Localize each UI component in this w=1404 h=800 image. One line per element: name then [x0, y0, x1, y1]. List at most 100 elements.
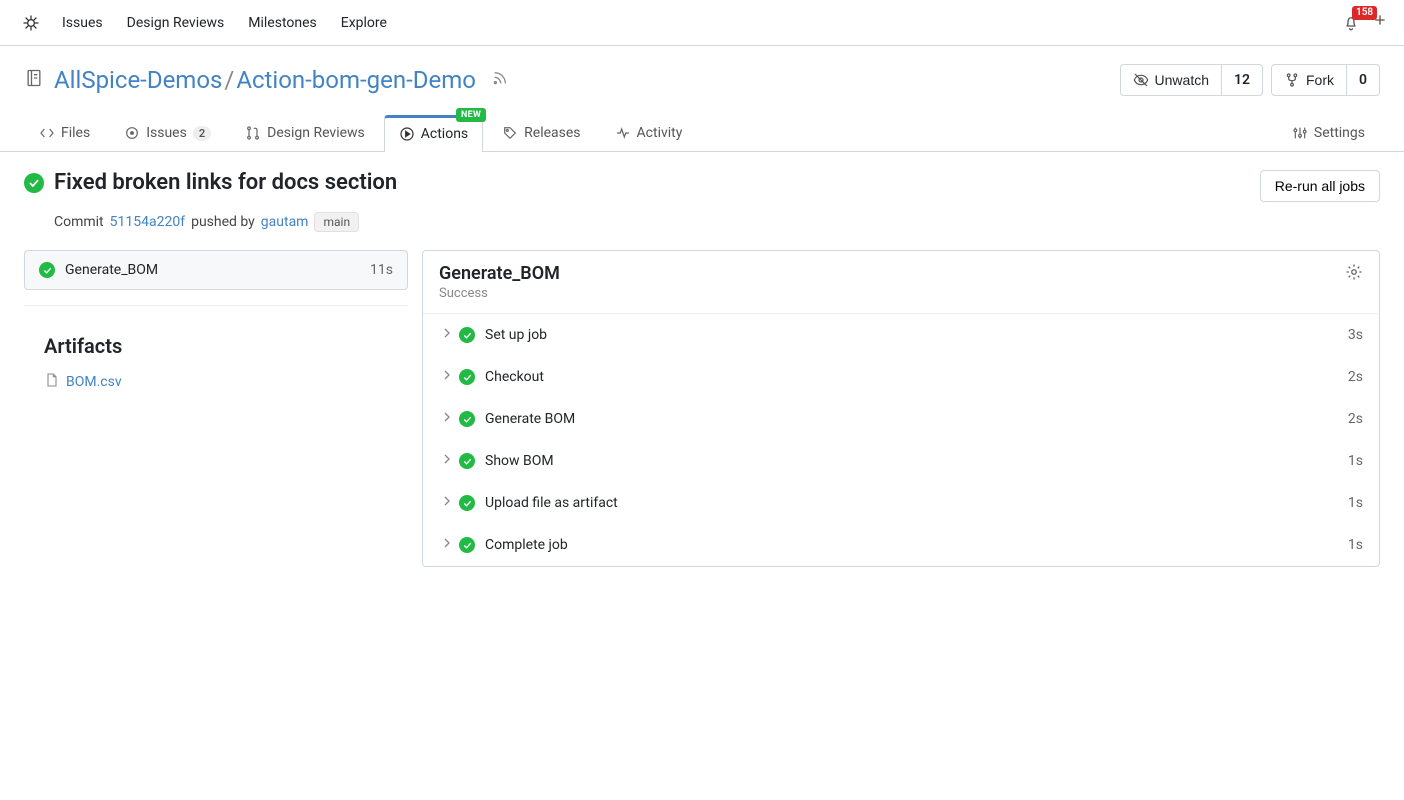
repo-name-link[interactable]: Action-bom-gen-Demo: [236, 66, 476, 94]
fork-count[interactable]: 0: [1347, 64, 1380, 96]
branch-tag[interactable]: main: [314, 212, 359, 232]
watch-count[interactable]: 12: [1222, 64, 1263, 96]
fork-label: Fork: [1306, 72, 1334, 88]
step-time: 2s: [1348, 369, 1363, 385]
chevron-right-icon: [439, 535, 449, 555]
check-icon: [27, 176, 41, 190]
step-time: 1s: [1348, 537, 1363, 553]
repo-icon: [24, 68, 44, 92]
artifact-link[interactable]: BOM.csv: [24, 372, 408, 392]
step-name: Upload file as artifact: [485, 495, 1338, 511]
tab-releases[interactable]: Releases: [487, 114, 595, 151]
commit-author-link[interactable]: gautam: [261, 214, 309, 230]
check-icon: [462, 498, 473, 509]
chevron-right-icon: [439, 451, 449, 471]
check-icon: [462, 540, 473, 551]
unwatch-label: Unwatch: [1155, 72, 1209, 88]
eye-off-icon: [1133, 72, 1149, 88]
new-badge: NEW: [456, 108, 486, 122]
step-time: 3s: [1348, 327, 1363, 343]
artifacts-heading: Artifacts: [24, 334, 408, 358]
check-icon: [42, 265, 53, 276]
file-icon: [44, 372, 60, 392]
fork-button[interactable]: Fork: [1271, 64, 1347, 96]
tab-files-label: Files: [61, 125, 90, 141]
gear-icon: [1345, 263, 1363, 281]
check-icon: [462, 414, 473, 425]
tag-icon: [502, 125, 518, 141]
chevron-right-icon: [439, 325, 449, 345]
step-row[interactable]: Complete job 1s: [423, 524, 1379, 566]
repo-header: AllSpice-Demos/Action-bom-gen-Demo: [0, 46, 1404, 96]
notification-count: 158: [1352, 6, 1377, 20]
artifact-name: BOM.csv: [66, 374, 122, 390]
commit-label: Commit: [54, 214, 104, 230]
tab-issues-label: Issues: [146, 125, 187, 141]
pulse-icon: [615, 125, 631, 141]
tab-design-reviews-label: Design Reviews: [267, 125, 365, 141]
nav-explore[interactable]: Explore: [341, 15, 387, 31]
step-row[interactable]: Upload file as artifact 1s: [423, 482, 1379, 524]
fork-button-group: Fork 0: [1271, 64, 1380, 96]
run-status-icon: [24, 173, 44, 193]
repo-title: AllSpice-Demos/Action-bom-gen-Demo: [54, 66, 476, 94]
issues-count-badge: 2: [193, 126, 211, 141]
nav-milestones[interactable]: Milestones: [248, 15, 317, 31]
repo-owner-link[interactable]: AllSpice-Demos: [54, 66, 222, 94]
nav-issues[interactable]: Issues: [62, 15, 103, 31]
pushed-by-label: pushed by: [191, 214, 255, 230]
sliders-icon: [1292, 125, 1308, 141]
job-name: Generate_BOM: [65, 262, 360, 278]
panel-settings-button[interactable]: [1345, 263, 1363, 285]
main-content: Fixed broken links for docs section Re-r…: [0, 152, 1404, 585]
chevron-right-icon: [439, 367, 449, 387]
step-status-icon: [459, 411, 475, 427]
code-icon: [39, 125, 55, 141]
step-name: Generate BOM: [485, 411, 1338, 427]
notifications-button[interactable]: 158: [1342, 14, 1360, 32]
run-title: Fixed broken links for docs section: [54, 170, 397, 195]
step-time: 1s: [1348, 453, 1363, 469]
step-row[interactable]: Set up job 3s: [423, 314, 1379, 356]
step-name: Complete job: [485, 537, 1338, 553]
nav-design-reviews[interactable]: Design Reviews: [127, 15, 225, 31]
check-icon: [462, 372, 473, 383]
jobs-sidebar: Generate_BOM 11s Artifacts BOM.csv: [24, 250, 408, 567]
check-icon: [462, 330, 473, 341]
tab-settings[interactable]: Settings: [1277, 114, 1380, 151]
commit-line: Commit 51154a220f pushed by gautam main: [54, 212, 1380, 232]
step-name: Show BOM: [485, 453, 1338, 469]
app-logo[interactable]: [16, 8, 46, 38]
step-name: Set up job: [485, 327, 1338, 343]
step-status-icon: [459, 537, 475, 553]
step-row[interactable]: Show BOM 1s: [423, 440, 1379, 482]
fork-icon: [1284, 72, 1300, 88]
job-generate-bom[interactable]: Generate_BOM 11s: [24, 250, 408, 290]
watch-button-group: Unwatch 12: [1120, 64, 1263, 96]
check-icon: [462, 456, 473, 467]
tab-actions[interactable]: Actions NEW: [384, 115, 483, 152]
job-time: 11s: [370, 262, 393, 278]
panel-status: Success: [439, 286, 560, 301]
step-row[interactable]: Generate BOM 2s: [423, 398, 1379, 440]
unwatch-button[interactable]: Unwatch: [1120, 64, 1222, 96]
step-name: Checkout: [485, 369, 1338, 385]
tab-activity-label: Activity: [637, 125, 683, 141]
commit-hash-link[interactable]: 51154a220f: [110, 214, 185, 230]
tab-activity[interactable]: Activity: [600, 114, 698, 151]
tab-design-reviews[interactable]: Design Reviews: [230, 114, 380, 151]
chevron-right-icon: [439, 409, 449, 429]
chevron-right-icon: [439, 493, 449, 513]
rerun-all-button[interactable]: Re-run all jobs: [1260, 170, 1380, 202]
top-nav: Issues Design Reviews Milestones Explore…: [0, 0, 1404, 46]
repo-tabs: Files Issues 2 Design Reviews Actions NE…: [0, 114, 1404, 152]
step-time: 2s: [1348, 411, 1363, 427]
git-pull-icon: [245, 125, 261, 141]
play-icon: [399, 126, 415, 142]
tab-issues[interactable]: Issues 2: [109, 114, 226, 151]
step-status-icon: [459, 327, 475, 343]
step-row[interactable]: Checkout 2s: [423, 356, 1379, 398]
rss-icon[interactable]: [492, 70, 508, 90]
tab-files[interactable]: Files: [24, 114, 105, 151]
tab-actions-label: Actions: [421, 126, 468, 142]
